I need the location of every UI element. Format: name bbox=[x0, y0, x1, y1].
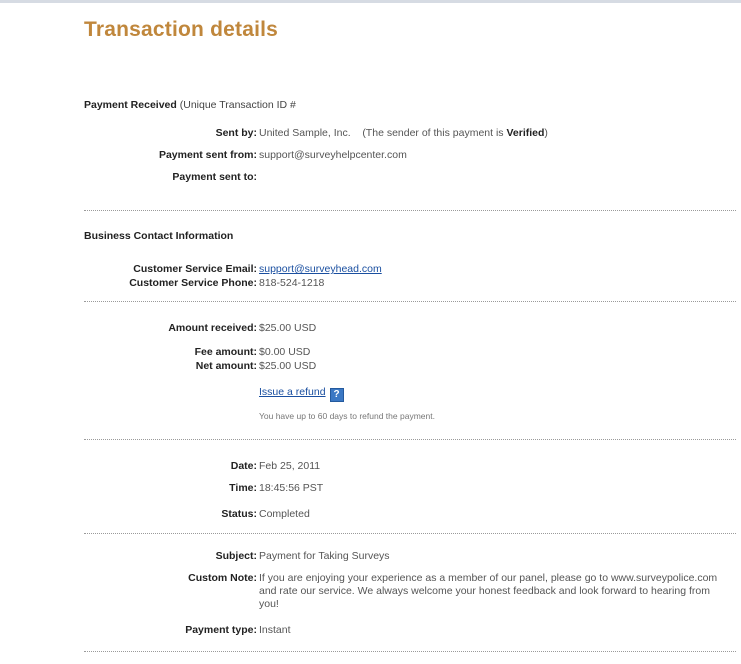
divider bbox=[84, 533, 736, 534]
net-amount-label: Net amount: bbox=[195, 360, 257, 372]
divider bbox=[84, 651, 736, 652]
cs-phone-value: 818-524-1218 bbox=[259, 277, 325, 289]
amount-received-label: Amount received: bbox=[168, 322, 257, 334]
sender-note-prefix: (The sender of this payment is bbox=[362, 127, 504, 139]
sender-verified-status: Verified bbox=[506, 127, 545, 139]
refund-container: Issue a refund? bbox=[259, 386, 344, 402]
transaction-id-label: (Unique Transaction ID # bbox=[179, 99, 296, 111]
payment-received-heading: Payment Received (Unique Transaction ID … bbox=[84, 99, 296, 111]
amount-received-value: $25.00 USD bbox=[259, 322, 317, 334]
cs-email-link[interactable]: support@surveyhead.com bbox=[259, 263, 382, 276]
sent-from-value: support@surveyhelpcenter.com bbox=[259, 149, 407, 161]
sender-name: United Sample, Inc. bbox=[259, 127, 351, 139]
issue-refund-link[interactable]: Issue a refund bbox=[259, 386, 326, 398]
question-icon[interactable]: ? bbox=[329, 388, 344, 402]
cs-email-label: Customer Service Email: bbox=[133, 263, 257, 275]
fee-amount-label: Fee amount: bbox=[194, 346, 257, 358]
page-title: Transaction details bbox=[84, 18, 279, 41]
net-amount-value: $25.00 USD bbox=[259, 360, 317, 372]
sent-from-label: Payment sent from: bbox=[158, 149, 257, 161]
sent-by-label: Sent by: bbox=[215, 127, 257, 139]
custom-note-label: Custom Note: bbox=[188, 572, 257, 584]
payment-received-label: Payment Received bbox=[84, 99, 177, 111]
sent-by-value: United Sample, Inc. (The sender of this … bbox=[259, 127, 548, 140]
status-value: Completed bbox=[259, 508, 310, 520]
subject-label: Subject: bbox=[215, 550, 257, 562]
payment-type-value: Instant bbox=[259, 624, 291, 636]
divider bbox=[84, 301, 736, 302]
divider bbox=[84, 210, 736, 211]
top-border bbox=[0, 0, 741, 3]
date-value: Feb 25, 2011 bbox=[259, 460, 321, 472]
divider bbox=[84, 439, 736, 440]
fee-amount-value: $0.00 USD bbox=[259, 346, 311, 358]
time-value: 18:45:56 PST bbox=[259, 482, 324, 494]
refund-note: You have up to 60 days to refund the pay… bbox=[259, 411, 435, 421]
time-label: Time: bbox=[229, 482, 257, 494]
date-label: Date: bbox=[230, 460, 257, 472]
status-label: Status: bbox=[221, 508, 257, 520]
cs-phone-label: Customer Service Phone: bbox=[129, 277, 257, 289]
subject-value: Payment for Taking Surveys bbox=[259, 550, 390, 562]
sent-to-label: Payment sent to: bbox=[172, 171, 257, 183]
payment-type-label: Payment type: bbox=[185, 624, 257, 636]
custom-note-value: If you are enjoying your experience as a… bbox=[259, 572, 718, 610]
sender-note-suffix: ) bbox=[544, 127, 548, 139]
business-contact-heading: Business Contact Information bbox=[84, 230, 234, 242]
